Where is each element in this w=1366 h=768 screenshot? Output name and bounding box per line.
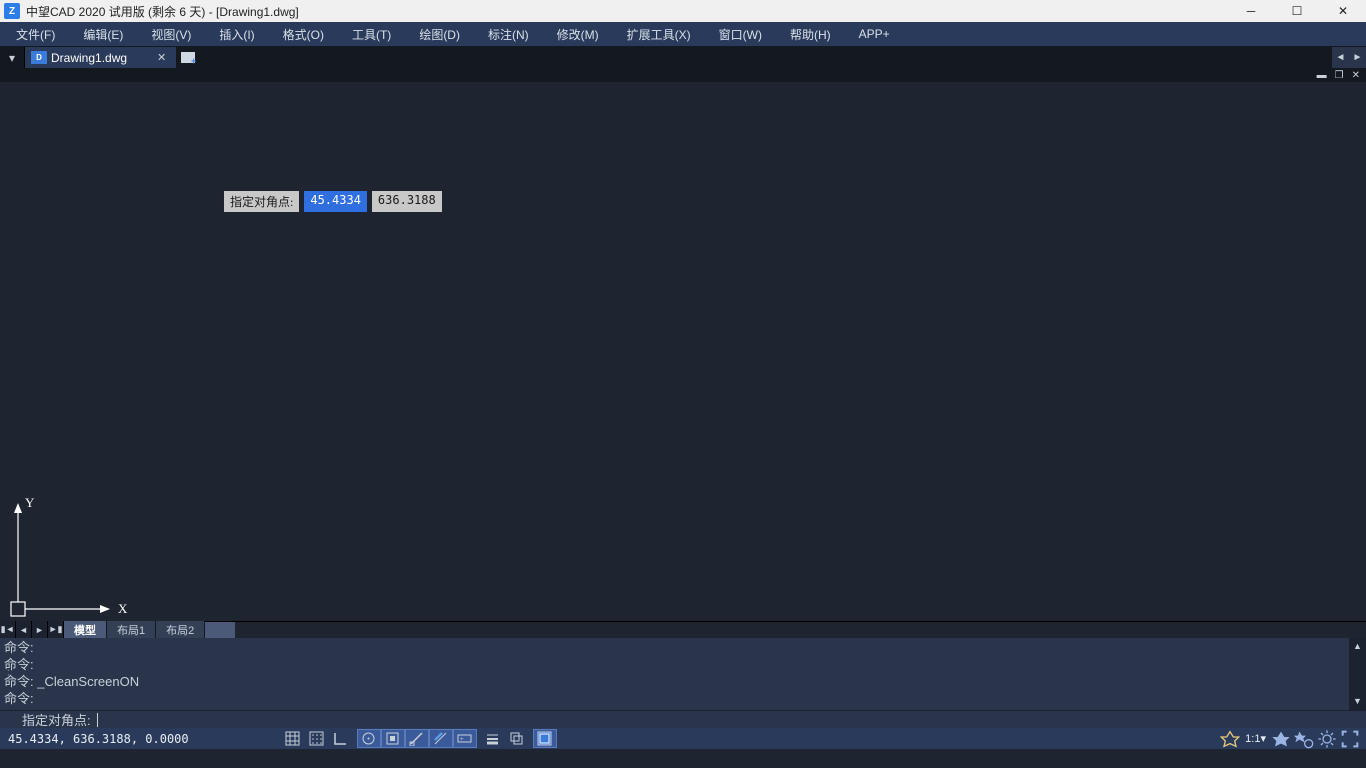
- model-space-button[interactable]: [533, 729, 557, 748]
- drawing-canvas[interactable]: 指定对角点: 45.4334 636.3188 X Y: [0, 82, 1366, 621]
- cmd-line: 命令:: [4, 656, 1362, 673]
- mdi-restore-button[interactable]: ❐: [1335, 70, 1344, 81]
- close-button[interactable]: ✕: [1320, 0, 1366, 22]
- text-caret: [97, 713, 98, 727]
- svg-text:+: +: [460, 737, 464, 743]
- minimize-button[interactable]: ─: [1228, 0, 1274, 22]
- history-scrollbar[interactable]: ▲ ▼: [1349, 638, 1366, 710]
- tab-nav-left[interactable]: ◄: [1332, 47, 1349, 68]
- menu-draw[interactable]: 绘图(D): [405, 22, 474, 46]
- coordinate-display[interactable]: 45.4334, 636.3188, 0.0000: [0, 732, 197, 746]
- menu-help[interactable]: 帮助(H): [776, 22, 845, 46]
- annotation-auto-icon[interactable]: [1294, 729, 1314, 748]
- cmd-line: 命令:: [4, 639, 1362, 656]
- tooltip-label: 指定对角点:: [224, 191, 299, 212]
- lineweight-button[interactable]: [429, 729, 453, 748]
- osnap-button[interactable]: [381, 729, 405, 748]
- tab-nav-right[interactable]: ►: [1349, 47, 1366, 68]
- scroll-down-icon[interactable]: ▼: [1349, 693, 1366, 710]
- layout-tab-1[interactable]: 布局1: [107, 621, 156, 638]
- layout-nav-prev[interactable]: ◄: [16, 621, 32, 638]
- tabs-dropdown-button[interactable]: ▾: [0, 47, 25, 68]
- layout-scrollbar[interactable]: [205, 621, 1366, 638]
- maximize-button[interactable]: ☐: [1274, 0, 1320, 22]
- menu-window[interactable]: 窗口(W): [705, 22, 776, 46]
- document-tab-strip: ▾ D Drawing1.dwg ✕ ◄ ►: [0, 47, 1366, 68]
- annotation-scale-icon[interactable]: [1220, 729, 1240, 748]
- polar-tracking-button[interactable]: [357, 729, 381, 748]
- settings-gear-icon[interactable]: [1317, 729, 1337, 748]
- new-file-icon: [181, 52, 195, 63]
- new-tab-button[interactable]: [177, 47, 199, 68]
- command-input[interactable]: 指定对角点:: [0, 710, 1366, 728]
- grid-display-button[interactable]: [305, 729, 329, 748]
- document-tab[interactable]: D Drawing1.dwg ✕: [25, 47, 177, 68]
- menu-modify[interactable]: 修改(M): [543, 22, 613, 46]
- window-title: 中望CAD 2020 试用版 (剩余 6 天) - [Drawing1.dwg]: [24, 3, 1228, 20]
- otrack-button[interactable]: [405, 729, 429, 748]
- close-tab-icon[interactable]: ✕: [157, 51, 166, 64]
- layout-nav-next[interactable]: ►: [32, 621, 48, 638]
- cycle-button[interactable]: [505, 729, 529, 748]
- layout-tab-2[interactable]: 布局2: [156, 621, 205, 638]
- menu-tool[interactable]: 工具(T): [338, 22, 405, 46]
- layout-tab-model[interactable]: 模型: [64, 621, 107, 638]
- dynamic-input-button[interactable]: +: [453, 729, 477, 748]
- fullscreen-icon[interactable]: [1340, 729, 1360, 748]
- menu-annotate[interactable]: 标注(N): [474, 22, 543, 46]
- scroll-up-icon[interactable]: ▲: [1349, 638, 1366, 655]
- mdi-controls: ▬ ❐ ✕: [0, 68, 1366, 82]
- menu-bar: 文件(F) 编辑(E) 视图(V) 插入(I) 格式(O) 工具(T) 绘图(D…: [0, 22, 1366, 47]
- menu-file[interactable]: 文件(F): [2, 22, 69, 46]
- cmd-line: 命令: _CleanScreenON: [4, 673, 1362, 690]
- menu-format[interactable]: 格式(O): [269, 22, 338, 46]
- snap-grid-button[interactable]: [281, 729, 305, 748]
- document-tab-label: Drawing1.dwg: [51, 51, 127, 65]
- menu-extended[interactable]: 扩展工具(X): [613, 22, 705, 46]
- scale-display[interactable]: 1:1▾: [1243, 732, 1268, 745]
- tooltip-y-value[interactable]: 636.3188: [372, 191, 442, 212]
- menu-view[interactable]: 视图(V): [137, 22, 205, 46]
- status-bar: 45.4334, 636.3188, 0.0000 + 1:1▾: [0, 728, 1366, 749]
- ucs-y-label: Y: [25, 495, 34, 511]
- ucs-x-label: X: [118, 601, 127, 617]
- ucs-axis-icon: [8, 495, 128, 620]
- mdi-minimize-button[interactable]: ▬: [1317, 70, 1327, 81]
- dynamic-input-tooltip: 指定对角点: 45.4334 636.3188: [224, 191, 442, 212]
- command-history[interactable]: ⋮ 命令: 命令: 命令: _CleanScreenON 命令: ▲ ▼: [0, 638, 1366, 710]
- tooltip-x-value[interactable]: 45.4334: [304, 191, 367, 212]
- resize-grip-icon[interactable]: ⋮: [0, 638, 17, 710]
- layout-nav-first[interactable]: ▮◄: [0, 621, 16, 638]
- annotation-visibility-icon[interactable]: [1271, 729, 1291, 748]
- command-prompt: 指定对角点:: [22, 710, 91, 729]
- app-icon: Z: [4, 3, 20, 19]
- layout-nav-last[interactable]: ►▮: [48, 621, 64, 638]
- ortho-mode-button[interactable]: [329, 729, 353, 748]
- layout-tab-bar: ▮◄ ◄ ► ►▮ 模型 布局1 布局2: [0, 621, 1366, 638]
- menu-edit[interactable]: 编辑(E): [69, 22, 137, 46]
- cmd-line: 命令:: [4, 690, 1362, 707]
- dwg-file-icon: D: [31, 51, 47, 64]
- menu-app[interactable]: APP+: [845, 22, 904, 46]
- show-lineweight-button[interactable]: [481, 729, 505, 748]
- mdi-close-button[interactable]: ✕: [1352, 70, 1360, 81]
- title-bar: Z 中望CAD 2020 试用版 (剩余 6 天) - [Drawing1.dw…: [0, 0, 1366, 22]
- menu-insert[interactable]: 插入(I): [205, 22, 268, 46]
